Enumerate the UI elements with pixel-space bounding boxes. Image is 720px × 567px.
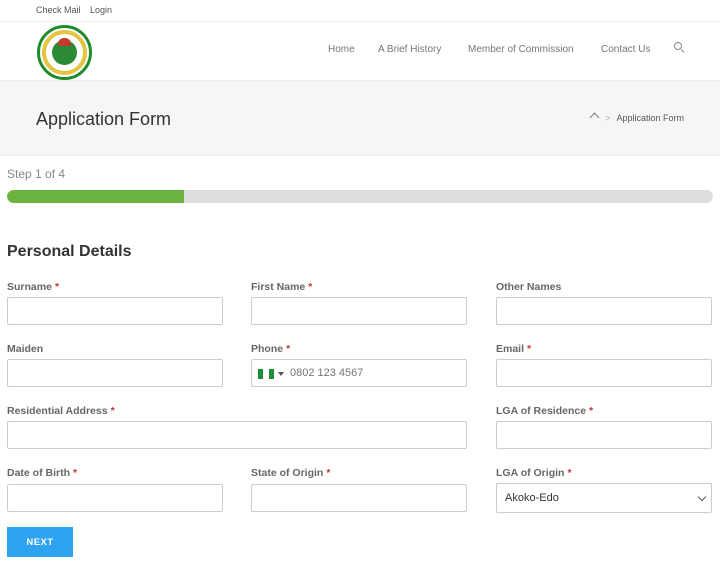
- surname-label: Surname *: [7, 281, 60, 293]
- first-name-input[interactable]: [252, 298, 466, 324]
- nigeria-flag-icon[interactable]: [258, 369, 274, 379]
- other-names-input[interactable]: [497, 298, 711, 324]
- lga-of-origin-selected: Akoko-Edo: [505, 492, 559, 504]
- nav-brief-history[interactable]: A Brief History: [378, 44, 441, 55]
- nav-member-of-commission[interactable]: Member of Commission: [468, 44, 574, 55]
- state-of-origin-input[interactable]: [252, 485, 466, 511]
- phone-field[interactable]: [251, 359, 467, 387]
- chevron-down-icon: [697, 492, 707, 502]
- phone-label: Phone *: [251, 343, 291, 355]
- eagle-icon: [58, 38, 71, 46]
- next-button[interactable]: NEXT: [7, 527, 73, 557]
- date-of-birth-field[interactable]: [7, 484, 223, 512]
- home-icon[interactable]: [589, 112, 600, 123]
- email-label: Email *: [496, 343, 532, 355]
- surname-field[interactable]: [7, 297, 223, 325]
- progress-fill: [7, 190, 184, 203]
- breadcrumb-current: Application Form: [616, 113, 684, 123]
- nav-home[interactable]: Home: [328, 44, 355, 55]
- email-field[interactable]: [496, 359, 712, 387]
- residential-address-field[interactable]: [7, 421, 467, 449]
- lga-of-residence-input[interactable]: [497, 422, 711, 448]
- state-of-origin-label: State of Origin *: [251, 467, 331, 479]
- date-of-birth-label: Date of Birth *: [7, 467, 78, 479]
- state-of-origin-field[interactable]: [251, 484, 467, 512]
- nav-contact-us[interactable]: Contact Us: [601, 44, 650, 55]
- lga-of-residence-field[interactable]: [496, 421, 712, 449]
- lga-of-origin-select[interactable]: Akoko-Edo: [496, 483, 712, 513]
- first-name-label: First Name *: [251, 281, 313, 293]
- phone-input[interactable]: [282, 360, 466, 386]
- login-link[interactable]: Login: [90, 5, 112, 15]
- step-indicator: Step 1 of 4: [7, 167, 66, 181]
- breadcrumb: > Application Form: [589, 112, 684, 123]
- page-title-bar: Application Form > Application Form: [0, 80, 720, 156]
- coat-of-arms-logo[interactable]: [37, 25, 92, 80]
- lga-of-residence-label: LGA of Residence *: [496, 405, 594, 417]
- other-names-label: Other Names: [496, 281, 562, 293]
- top-bar: Check Mail Login: [0, 0, 720, 22]
- maiden-input[interactable]: [8, 360, 222, 386]
- email-input[interactable]: [497, 360, 711, 386]
- section-title: Personal Details: [7, 243, 132, 260]
- other-names-field[interactable]: [496, 297, 712, 325]
- date-of-birth-input[interactable]: [8, 485, 222, 511]
- check-mail-link[interactable]: Check Mail: [36, 5, 81, 15]
- site-header: Home A Brief History Member of Commissio…: [0, 22, 720, 80]
- maiden-label: Maiden: [7, 343, 44, 355]
- first-name-field[interactable]: [251, 297, 467, 325]
- search-icon[interactable]: [674, 42, 686, 56]
- breadcrumb-separator: >: [605, 113, 611, 123]
- lga-of-origin-label: LGA of Origin *: [496, 467, 572, 479]
- surname-input[interactable]: [8, 298, 222, 324]
- residential-address-label: Residential Address *: [7, 405, 115, 417]
- page-title: Application Form: [36, 109, 172, 129]
- maiden-field[interactable]: [7, 359, 223, 387]
- progress-bar: [7, 190, 713, 203]
- residential-address-input[interactable]: [8, 422, 466, 448]
